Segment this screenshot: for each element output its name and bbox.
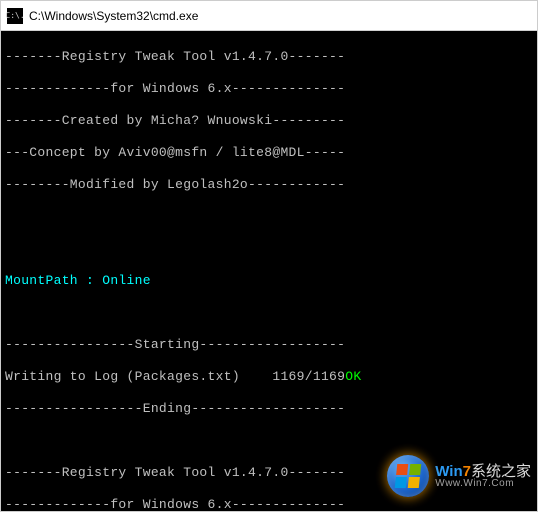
- banner-line: --------Modified by Legolash2o----------…: [5, 177, 533, 193]
- cmd-icon: C:\.: [7, 8, 23, 24]
- log-write-line: Writing to Log (Packages.txt) 1169/1169O…: [5, 369, 533, 385]
- terminal-output: -------Registry Tweak Tool v1.4.7.0-----…: [1, 31, 537, 511]
- banner-line: -------Created by Micha? Wnuowski-------…: [5, 113, 533, 129]
- mountpath-line: MountPath : Online: [5, 273, 533, 289]
- window-titlebar[interactable]: C:\. C:\Windows\System32\cmd.exe: [1, 1, 537, 31]
- separator-starting: ----------------Starting----------------…: [5, 337, 533, 353]
- banner-line: -------Registry Tweak Tool v1.4.7.0-----…: [5, 465, 533, 481]
- banner-line: -------------for Windows 6.x------------…: [5, 497, 533, 511]
- banner-line: ---Concept by Aviv00@msfn / lite8@MDL---…: [5, 145, 533, 161]
- banner-line: -------Registry Tweak Tool v1.4.7.0-----…: [5, 49, 533, 65]
- separator-ending: -----------------Ending-----------------…: [5, 401, 533, 417]
- window-title: C:\Windows\System32\cmd.exe: [29, 9, 198, 23]
- banner-line: -------------for Windows 6.x------------…: [5, 81, 533, 97]
